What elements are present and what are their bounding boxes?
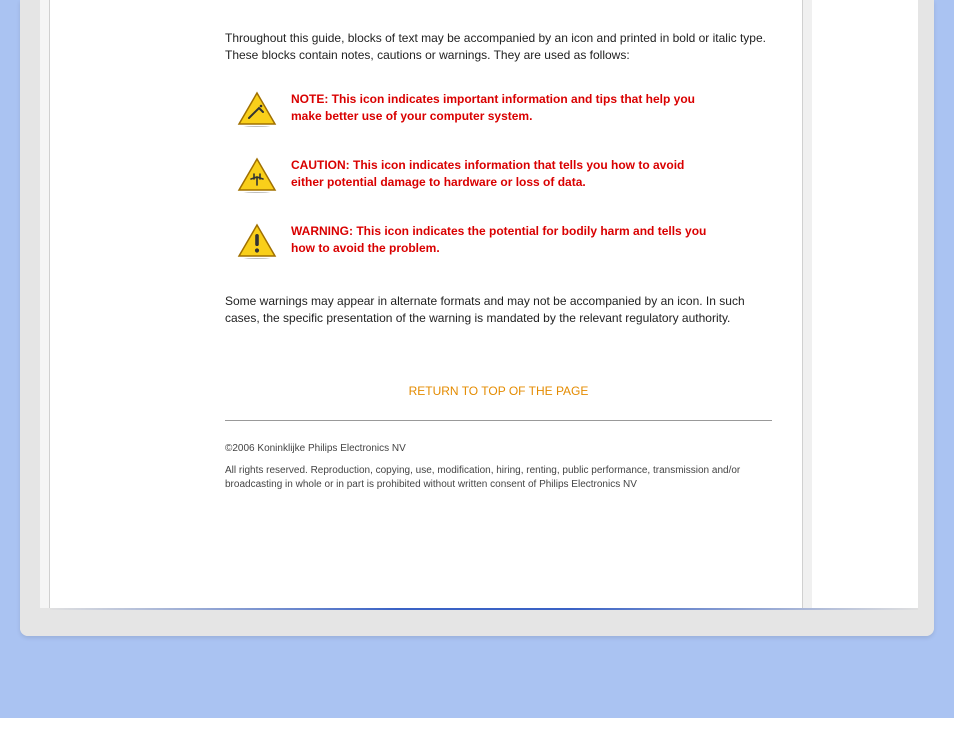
shell-bottom (20, 610, 934, 636)
warning-text: WARNING: This icon indicates the potenti… (291, 223, 711, 258)
warning-block: WARNING: This icon indicates the potenti… (225, 223, 772, 259)
caution-text: CAUTION: This icon indicates information… (291, 157, 711, 192)
return-to-top-link[interactable]: RETURN TO TOP OF THE PAGE (225, 384, 772, 398)
intro-paragraph: Throughout this guide, blocks of text ma… (225, 30, 772, 65)
closing-paragraph: Some warnings may appear in alternate fo… (225, 293, 772, 328)
note-block: NOTE: This icon indicates important info… (225, 91, 772, 127)
right-spine (802, 0, 812, 608)
separator (225, 420, 772, 421)
content-page: Throughout this guide, blocks of text ma… (50, 0, 802, 608)
note-icon (237, 91, 277, 127)
caution-block: CAUTION: This icon indicates information… (225, 157, 772, 193)
right-page (812, 0, 918, 608)
note-text: NOTE: This icon indicates important info… (291, 91, 711, 126)
left-spine (40, 0, 50, 608)
rights-text: All rights reserved. Reproduction, copyi… (225, 464, 772, 492)
copyright-text: ©2006 Koninklijke Philips Electronics NV (225, 443, 772, 454)
page-shell: Throughout this guide, blocks of text ma… (20, 0, 934, 636)
caution-icon (237, 157, 277, 193)
outer-frame: Throughout this guide, blocks of text ma… (0, 0, 954, 718)
warning-icon (237, 223, 277, 259)
